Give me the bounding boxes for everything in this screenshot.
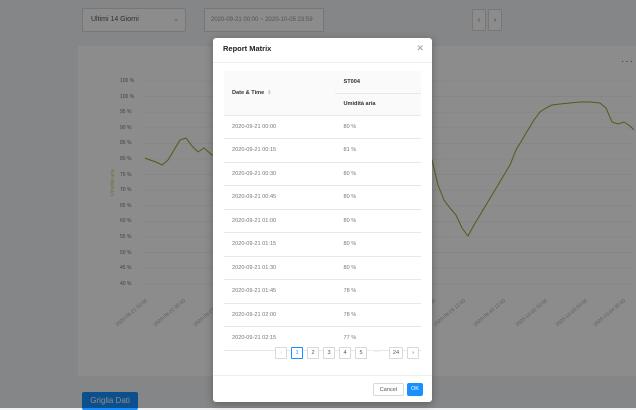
modal-header: Report Matrix ✕ <box>213 38 432 63</box>
report-table: Date & Time ⇕ ST004 Umidità aria 2020-09-… <box>224 71 421 351</box>
ok-button[interactable]: OK <box>407 383 423 396</box>
cell-humidity: 80 % <box>335 209 421 233</box>
page-button[interactable]: 4 <box>339 347 351 359</box>
report-matrix-modal: Report Matrix ✕ Date & Time ⇕ ST004 Umidi… <box>213 38 432 402</box>
cell-datetime: 2020-09-21 02:00 <box>224 303 336 327</box>
table-row: 2020-09-21 00:45 80 % <box>224 185 421 210</box>
page-button[interactable]: 24 <box>389 347 403 359</box>
table-row: 2020-09-21 01:45 78 % <box>224 279 421 304</box>
cell-datetime: 2020-09-21 00:45 <box>224 185 336 210</box>
pagination: ‹ 1 2 3 4 5 ··· 24 › <box>213 347 432 363</box>
page-button[interactable]: 3 <box>323 347 335 359</box>
cell-humidity: 80 % <box>335 162 421 186</box>
cell-humidity: 80 % <box>335 185 421 210</box>
cell-humidity: 78 % <box>335 303 421 327</box>
cell-datetime: 2020-09-21 00:00 <box>224 115 336 139</box>
page-button[interactable]: 1 <box>291 347 303 359</box>
cell-datetime: 2020-09-21 01:00 <box>224 209 336 233</box>
cell-datetime: 2020-09-21 00:15 <box>224 138 336 163</box>
modal-title: Report Matrix <box>223 44 272 53</box>
cell-humidity: 80 % <box>335 232 421 257</box>
column-header-datetime[interactable]: Date & Time ⇕ <box>224 71 336 116</box>
table-row: 2020-09-21 01:30 80 % <box>224 256 421 280</box>
cancel-button[interactable]: Cancel <box>372 383 404 396</box>
close-icon[interactable]: ✕ <box>416 43 424 54</box>
pagination-prev[interactable]: ‹ <box>275 347 287 359</box>
cell-datetime: 2020-09-21 01:15 <box>224 232 336 257</box>
cell-datetime: 2020-09-21 00:30 <box>224 162 336 186</box>
pagination-next[interactable]: › <box>407 347 419 359</box>
table-row: 2020-09-21 00:30 80 % <box>224 162 421 186</box>
cell-datetime: 2020-09-21 01:45 <box>224 279 336 304</box>
datetime-header-label: Date & Time <box>232 89 265 96</box>
modal-footer: Cancel OK <box>213 375 432 402</box>
pagination-ellipsis[interactable]: ··· <box>371 347 383 359</box>
page-button[interactable]: 2 <box>307 347 319 359</box>
cell-humidity: 81 % <box>335 138 421 163</box>
table-row: 2020-09-21 01:00 80 % <box>224 209 421 233</box>
table-row: 2020-09-21 00:00 80 % <box>224 115 421 139</box>
table-row: 2020-09-21 01:15 80 % <box>224 232 421 257</box>
cell-datetime: 2020-09-21 01:30 <box>224 256 336 280</box>
table-row: 2020-09-21 02:00 78 % <box>224 303 421 327</box>
column-header-station: ST004 <box>335 71 421 94</box>
sort-icon[interactable]: ⇕ <box>267 90 271 96</box>
page-button[interactable]: 5 <box>355 347 367 359</box>
cell-humidity: 80 % <box>335 256 421 280</box>
cell-humidity: 80 % <box>335 115 421 139</box>
table-row: 2020-09-21 00:15 81 % <box>224 138 421 163</box>
column-header-measure: Umidità aria <box>335 93 421 116</box>
cell-humidity: 78 % <box>335 279 421 304</box>
